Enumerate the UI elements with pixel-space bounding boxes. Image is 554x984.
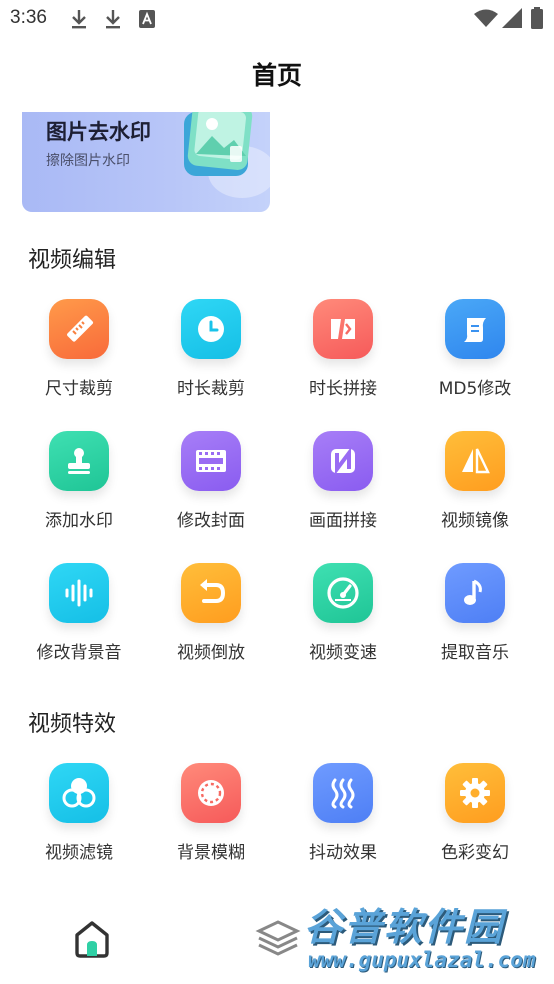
signal-icon — [502, 8, 522, 32]
tool-speedometer[interactable]: 视频变速 — [277, 563, 409, 663]
tool-label: 抖动效果 — [309, 843, 377, 863]
tool-waveform[interactable]: 修改背景音 — [13, 563, 145, 663]
battery-icon — [531, 7, 543, 33]
tool-label: 背景模糊 — [177, 843, 245, 863]
photo-illustration-icon — [182, 112, 270, 206]
page-title: 首页 — [251, 61, 302, 90]
tool-label: 提取音乐 — [441, 643, 509, 663]
nav-tab-home[interactable] — [67, 913, 117, 963]
gear-icon — [445, 763, 505, 823]
tool-label: 尺寸裁剪 — [45, 379, 113, 399]
rewind-icon — [181, 563, 241, 623]
download-icon — [70, 8, 88, 34]
ruler-icon — [49, 299, 109, 359]
tool-mirror[interactable]: 视频镜像 — [409, 431, 541, 531]
tool-label: 视频滤镜 — [45, 843, 113, 863]
tool-document[interactable]: MD5修改 — [409, 299, 541, 399]
tool-music-note[interactable]: 提取音乐 — [409, 563, 541, 663]
mirror-icon — [445, 431, 505, 491]
tool-label: MD5修改 — [438, 379, 512, 399]
tool-filter-circles[interactable]: 视频滤镜 — [13, 763, 145, 863]
tool-rewind[interactable]: 视频倒放 — [145, 563, 277, 663]
tool-wave-lines[interactable]: 抖动效果 — [277, 763, 409, 863]
tool-label: 色彩变幻 — [441, 843, 509, 863]
banner-subtitle: 擦除图片水印 — [46, 153, 130, 169]
tool-splice[interactable]: 时长拼接 — [277, 299, 409, 399]
keyboard-a-icon — [139, 10, 155, 32]
tool-label: 画面拼接 — [309, 511, 377, 531]
panel-icon — [313, 431, 373, 491]
tool-label: 时长裁剪 — [177, 379, 245, 399]
blur-circle-icon — [181, 763, 241, 823]
filter-circles-icon — [49, 763, 109, 823]
remove-image-watermark-card[interactable]: 图片去水印 擦除图片水印 — [22, 112, 270, 212]
wifi-icon — [474, 9, 498, 31]
tool-stamp[interactable]: 添加水印 — [13, 431, 145, 531]
tool-label: 修改背景音 — [36, 643, 122, 663]
tool-clock[interactable]: 时长裁剪 — [145, 299, 277, 399]
tool-label: 视频变速 — [309, 643, 377, 663]
tool-label: 修改封面 — [177, 511, 245, 531]
tool-label: 时长拼接 — [309, 379, 377, 399]
tool-gear[interactable]: 色彩变幻 — [409, 763, 541, 863]
download-icon — [104, 8, 122, 34]
tool-ruler[interactable]: 尺寸裁剪 — [13, 299, 145, 399]
tool-label: 视频镜像 — [441, 511, 509, 531]
video-effects-section-title: 视频特效 — [28, 712, 117, 737]
tool-label: 视频倒放 — [177, 643, 245, 663]
watermark-title: 谷普软件园 — [304, 905, 505, 949]
status-bar: 3:36 — [0, 0, 554, 38]
document-icon — [445, 299, 505, 359]
waveform-icon — [49, 563, 109, 623]
layers-icon — [253, 920, 303, 967]
tool-panel[interactable]: 画面拼接 — [277, 431, 409, 531]
banner-title: 图片去水印 — [46, 120, 151, 144]
site-watermark: 谷普软件园 www.gupuxlazal.com — [302, 896, 554, 978]
speedometer-icon — [313, 563, 373, 623]
tool-blur-circle[interactable]: 背景模糊 — [145, 763, 277, 863]
wave-lines-icon — [313, 763, 373, 823]
nav-tab-works[interactable] — [253, 913, 303, 963]
splice-icon — [313, 299, 373, 359]
tool-label: 添加水印 — [45, 511, 113, 531]
watermark-url: www.gupuxlazal.com — [308, 948, 536, 972]
film-icon — [181, 431, 241, 491]
music-note-icon — [445, 563, 505, 623]
clock-icon — [181, 299, 241, 359]
stamp-icon — [49, 431, 109, 491]
home-icon — [67, 921, 117, 967]
video-edit-section-title: 视频编辑 — [28, 248, 117, 273]
tool-film[interactable]: 修改封面 — [145, 431, 277, 531]
status-time: 3:36 — [10, 7, 47, 28]
